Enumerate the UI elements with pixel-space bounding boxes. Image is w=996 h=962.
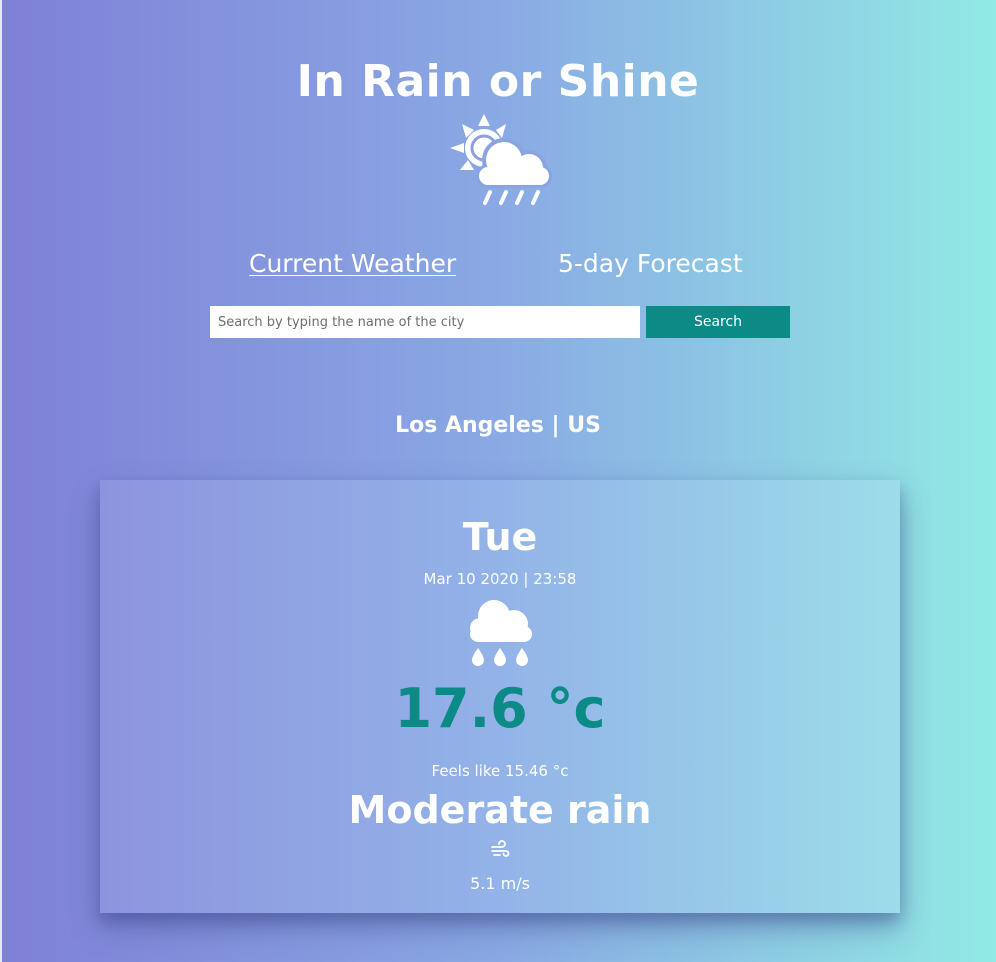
feels-like-text: Feels like 15.46 °c bbox=[431, 762, 569, 780]
weather-day: Tue bbox=[462, 515, 538, 559]
cloud-rain-drops-icon bbox=[470, 600, 532, 666]
tab-current-weather[interactable]: Current Weather bbox=[249, 246, 456, 282]
weather-date: Mar 10 2020 | 23:58 bbox=[423, 570, 577, 588]
search-input[interactable] bbox=[210, 306, 640, 338]
app-title: In Rain or Shine bbox=[296, 56, 700, 107]
search-button[interactable]: Search bbox=[646, 306, 790, 338]
location-label: Los Angeles | US bbox=[395, 413, 601, 438]
wind-icon bbox=[491, 840, 510, 857]
sun-cloud-rain-icon bbox=[450, 114, 552, 205]
weather-description: Moderate rain bbox=[348, 788, 652, 832]
window-edge bbox=[0, 0, 2, 962]
temperature-value: 17.6 °c bbox=[394, 677, 606, 740]
tab-5-day-forecast[interactable]: 5-day Forecast bbox=[558, 246, 743, 282]
wind-speed: 5.1 m/s bbox=[470, 874, 530, 893]
